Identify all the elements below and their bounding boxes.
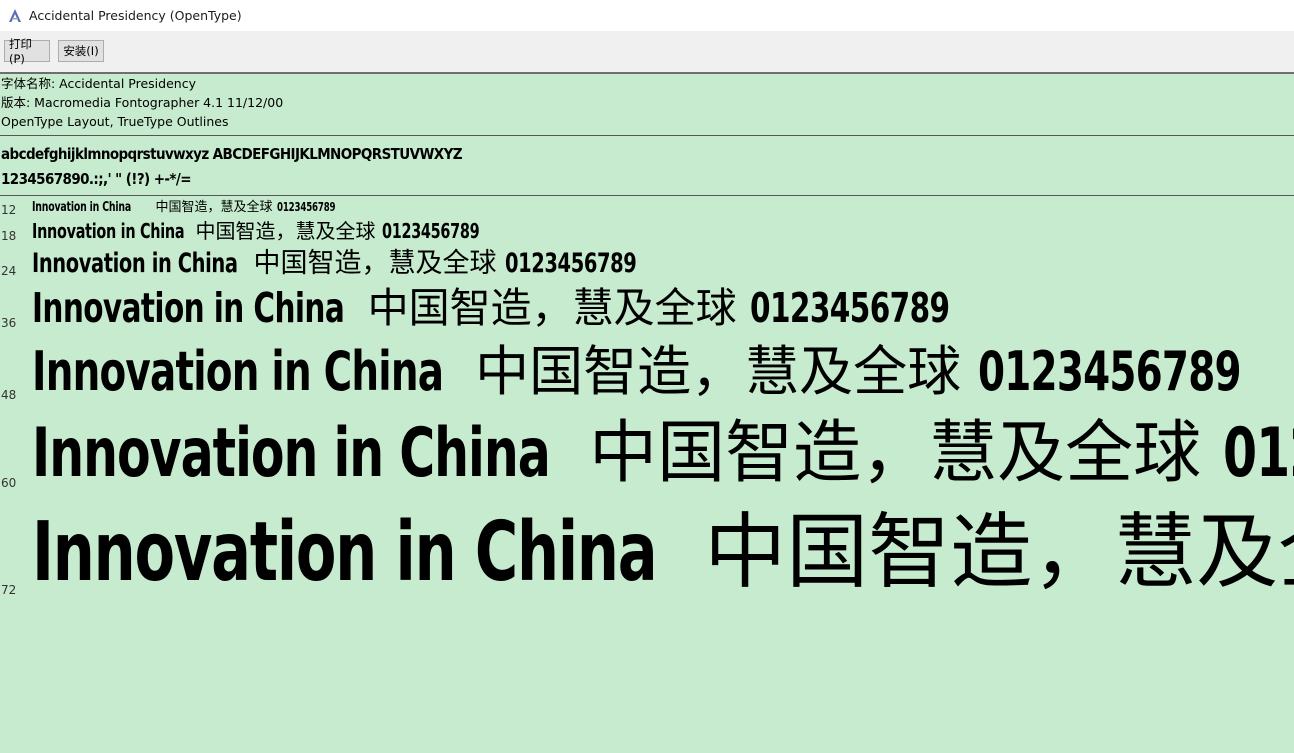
sample-digits: 0123456789: [1222, 414, 1294, 493]
divider: [0, 135, 1294, 136]
font-name-label: 字体名称: Accidental Presidency: [1, 76, 196, 91]
sample-latin: Innovation in China: [32, 200, 131, 215]
sample-digits: 0123456789: [505, 248, 637, 279]
size-label-18: 18: [1, 229, 17, 243]
sample-latin: Innovation in China: [32, 414, 551, 493]
sample-cjk: 中国智造，慧及全球: [155, 200, 273, 215]
sample-line-60: Innovation in China中国智造，慧及全球 0123456789: [32, 420, 1294, 488]
size-label-12: 12: [1, 203, 17, 217]
sample-latin: Innovation in China: [32, 284, 345, 332]
toolbar: 打印(P) 安装(I): [0, 31, 1294, 74]
font-viewer-icon: [7, 8, 23, 24]
sample-line-12: Innovation in China 中国智造，慧及全球 0123456789: [32, 201, 358, 214]
charset-digits-symbols: 1234567890.:;,' " (!?) +-*/=: [1, 170, 192, 188]
sample-cjk: 中国智造，慧及全球: [589, 414, 1202, 493]
sample-digits: 0123456789: [749, 284, 950, 332]
sample-line-24: Innovation in China 中国智造，慧及全球 0123456789: [32, 250, 688, 277]
font-outline-label: OpenType Layout, TrueType Outlines: [1, 114, 229, 129]
sample-digits: 0123456789: [276, 200, 336, 214]
charset-letters: abcdefghijklmnopqrstuvwxyz ABCDEFGHIJKLM…: [1, 145, 463, 163]
sample-line-36: Innovation in China 中国智造，慧及全球 0123456789: [32, 288, 1027, 329]
font-version-label: 版本: Macromedia Fontographer 4.1 11/12/00: [1, 95, 284, 110]
sample-cjk: 中国智造，慧及全球: [475, 340, 962, 403]
sample-line-48: Innovation in China 中国智造，慧及全球 0123456789: [32, 345, 1294, 399]
print-button[interactable]: 打印(P): [4, 37, 50, 66]
sample-line-18: Innovation in China 中国智造，慧及全球 0123456789: [32, 221, 517, 241]
window-title: Accidental Presidency (OpenType): [29, 8, 242, 23]
divider: [0, 195, 1294, 196]
sample-latin: Innovation in China: [32, 219, 185, 243]
size-label-24: 24: [1, 264, 17, 278]
size-label-48: 48: [1, 388, 17, 402]
sample-digits: 0123456789: [381, 219, 480, 243]
sample-cjk: 中国智造，慧及全球: [195, 219, 376, 243]
sample-digits: 0123456789: [978, 340, 1242, 403]
install-button[interactable]: 安装(I): [58, 40, 104, 62]
sample-latin: Innovation in China: [32, 505, 658, 600]
size-label-72: 72: [1, 583, 17, 597]
title-bar: Accidental Presidency (OpenType): [0, 0, 1294, 31]
size-label-60: 60: [1, 476, 17, 490]
sample-cjk: 中国智造，慧及全球: [704, 505, 1294, 600]
sample-cjk: 中国智造，慧及全球: [253, 248, 497, 279]
sample-latin: Innovation in China: [32, 248, 238, 279]
size-label-36: 36: [1, 316, 17, 330]
sample-line-72: Innovation in China中国智造，慧及全球 0123456789: [32, 512, 1294, 594]
sample-cjk: 中国智造，慧及全球: [367, 284, 737, 332]
sample-latin: Innovation in China: [32, 340, 444, 403]
